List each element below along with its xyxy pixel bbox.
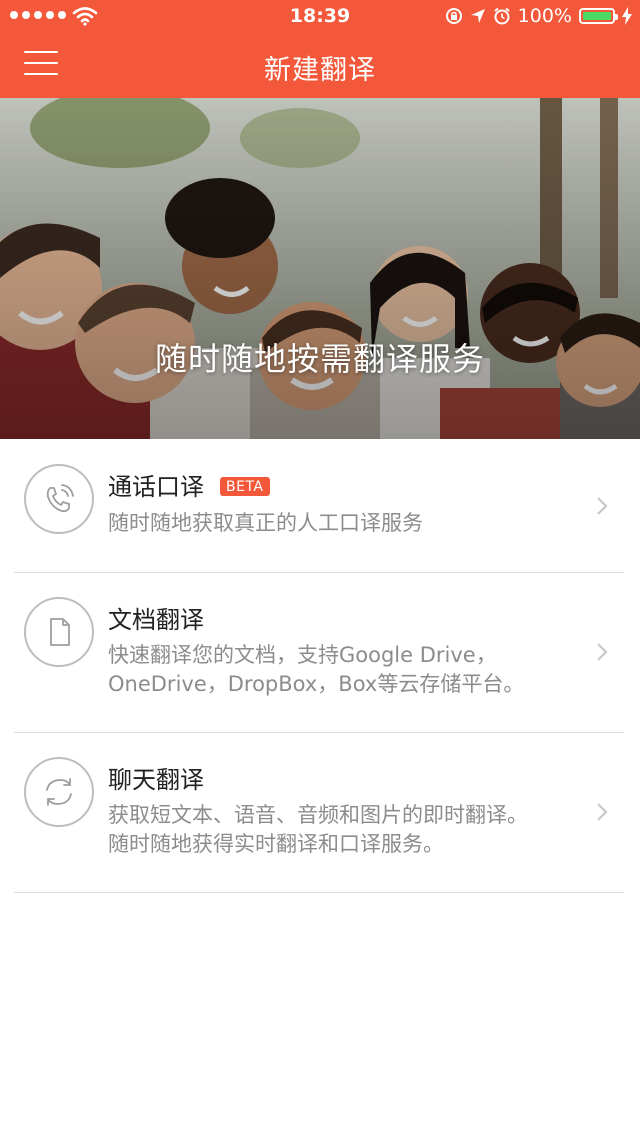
app-header: 18:39 100% 新建翻译 [0,0,640,98]
service-title-wrap: 通话口译 BETA [108,467,270,502]
nav-bar: 新建翻译 [0,34,640,98]
service-description: 获取短文本、语音、音频和图片的即时翻译。 随时随地获得实时翻译和口译服务。 [108,801,588,859]
charging-bolt-icon [622,7,632,25]
refresh-cycle-icon [24,757,94,827]
service-list: 通话口译 BETA 随时随地获取真正的人工口译服务 文档翻译 快速翻译您的文档，支… [0,439,640,893]
alarm-icon [494,7,510,25]
battery-percent: 100% [517,5,572,27]
divider [14,892,624,893]
status-right: 100% [445,5,632,27]
service-description-line: 随时随地获得实时翻译和口译服务。 [108,832,444,856]
document-icon [24,597,94,667]
service-title: 文档翻译 [108,606,204,634]
location-arrow-icon [470,9,485,23]
rotation-lock-icon [445,8,462,24]
battery-icon [579,8,618,24]
beta-badge: BETA [220,477,270,496]
hero-banner: 随时随地按需翻译服务 [0,98,640,439]
service-description: 随时随地获取真正的人工口译服务 [108,511,423,535]
phone-call-icon [24,464,94,534]
chevron-right-icon [597,643,608,661]
service-document-translation[interactable]: 文档翻译 快速翻译您的文档，支持Google Drive， OneDrive，D… [0,572,640,732]
service-description-line: 获取短文本、语音、音频和图片的即时翻译。 [108,803,528,827]
status-bar: 18:39 100% [0,0,640,34]
chevron-right-icon [597,497,608,515]
hero-tagline: 随时随地按需翻译服务 [154,340,485,378]
service-description-line: OneDrive，DropBox，Box等云存储平台。 [108,672,525,696]
service-title: 通话口译 [108,473,204,501]
service-title: 聊天翻译 [108,766,204,794]
service-description-line: 快速翻译您的文档，支持Google Drive， [108,643,497,667]
page-title: 新建翻译 [264,55,376,86]
service-description: 快速翻译您的文档，支持Google Drive， OneDrive，DropBo… [108,641,588,699]
hero-photo [0,98,640,439]
service-chat-translation[interactable]: 聊天翻译 获取短文本、语音、音频和图片的即时翻译。 随时随地获得实时翻译和口译服… [0,732,640,892]
chevron-right-icon [597,803,608,821]
service-phone-interpretation[interactable]: 通话口译 BETA 随时随地获取真正的人工口译服务 [0,439,640,572]
